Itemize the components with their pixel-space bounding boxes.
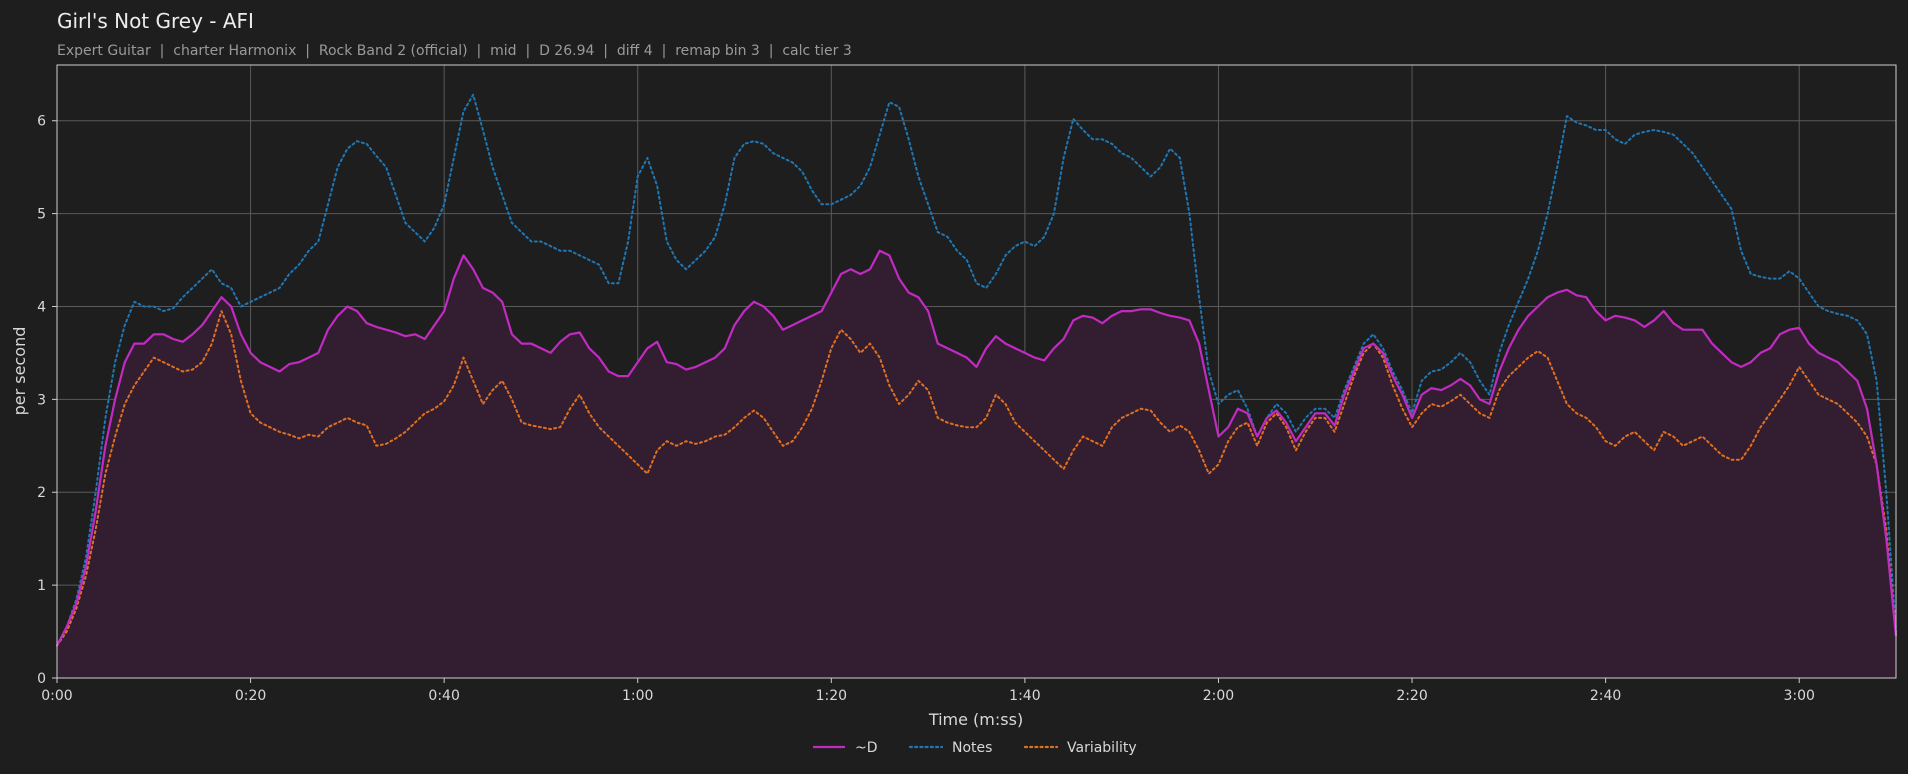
y-axis-label: per second — [10, 327, 29, 416]
legend-item-variability: Variability — [1023, 740, 1137, 756]
x-axis-label: Time (m:ss) — [928, 710, 1023, 729]
legend-item-d: ~D — [813, 740, 878, 756]
x-axis: 0:00 0:20 0:40 1:00 1:20 1:40 2:00 2:20 2:40 3:00 — [41, 678, 1815, 704]
y-tick-label: 5 — [37, 207, 46, 223]
legend: ~D Notes Variability — [813, 740, 1137, 756]
chart-title: Girl's Not Grey - AFI — [57, 9, 254, 33]
legend-label: ~D — [855, 740, 878, 756]
x-tick-label: 2:00 — [1203, 688, 1234, 704]
x-tick-label: 1:20 — [816, 688, 847, 704]
y-tick-label: 1 — [37, 578, 46, 594]
y-axis: 0 1 2 3 4 5 6 — [37, 114, 57, 687]
x-tick-label: 0:00 — [41, 688, 72, 704]
y-tick-label: 6 — [37, 114, 46, 130]
legend-item-notes: Notes — [908, 740, 992, 756]
x-tick-label: 2:20 — [1396, 688, 1427, 704]
y-tick-label: 2 — [37, 485, 46, 501]
x-tick-label: 1:40 — [1009, 688, 1040, 704]
chart-svg: Girl's Not Grey - AFI Expert Guitar | ch… — [10, 9, 1898, 756]
y-tick-label: 3 — [37, 392, 46, 408]
x-tick-label: 3:00 — [1783, 688, 1814, 704]
x-tick-label: 0:40 — [428, 688, 459, 704]
x-tick-label: 1:00 — [622, 688, 653, 704]
x-tick-label: 0:20 — [235, 688, 266, 704]
chart-subtitle: Expert Guitar | charter Harmonix | Rock … — [57, 43, 852, 59]
legend-label: Variability — [1067, 740, 1137, 756]
y-tick-label: 0 — [37, 671, 46, 687]
y-tick-label: 4 — [37, 299, 46, 315]
legend-label: Notes — [952, 740, 992, 756]
x-tick-label: 2:40 — [1590, 688, 1621, 704]
